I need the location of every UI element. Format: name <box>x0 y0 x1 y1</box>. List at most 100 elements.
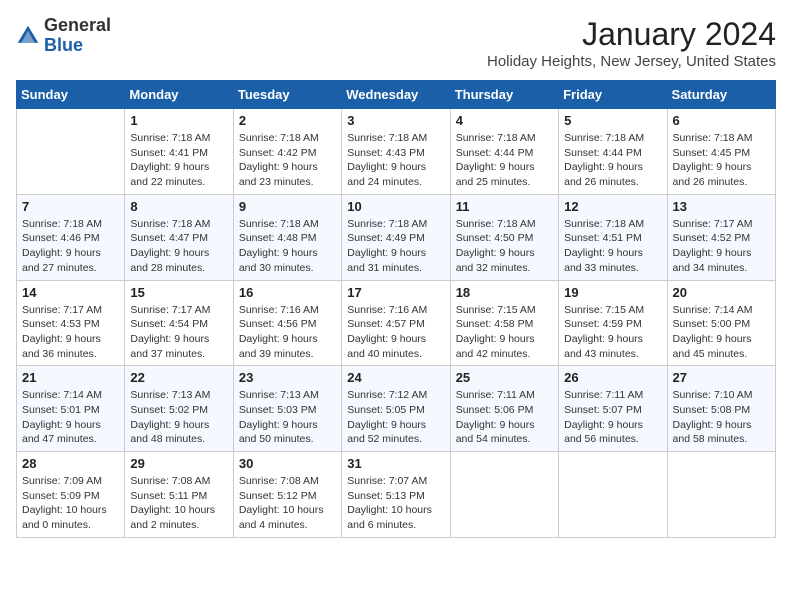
calendar-cell: 13Sunrise: 7:17 AM Sunset: 4:52 PM Dayli… <box>667 194 775 280</box>
calendar-cell: 14 Sunrise: 7:17 AM Sunset: 4:53 PM Dayli… <box>17 280 125 366</box>
weekday-header-sunday: Sunday <box>17 81 125 109</box>
day-info: Sunrise: 7:07 AM Sunset: 5:13 PM Dayligh… <box>347 474 444 533</box>
logo-text: General Blue <box>44 16 111 56</box>
calendar-table: SundayMondayTuesdayWednesdayThursdayFrid… <box>16 80 776 538</box>
header: General Blue January 2024 Holiday Height… <box>16 16 776 70</box>
calendar-cell: 15 Sunrise: 7:17 AM Sunset: 4:54 PM Dayli… <box>125 280 233 366</box>
day-number: 31 <box>347 456 444 471</box>
day-info: Sunrise: 7:15 AM Sunset: 4:59 PM Dayligh… <box>564 303 661 362</box>
calendar-cell: 21 Sunrise: 7:14 AM Sunset: 5:01 PM Dayli… <box>17 366 125 452</box>
weekday-header-tuesday: Tuesday <box>233 81 341 109</box>
calendar-cell <box>450 452 558 538</box>
day-number: 3 <box>347 113 444 128</box>
logo-icon <box>16 24 40 48</box>
calendar-cell: 2 Sunrise: 7:18 AM Sunset: 4:42 PM Daylig… <box>233 109 341 195</box>
day-number: 30 <box>239 456 336 471</box>
calendar-cell: 20 Sunrise: 7:14 AM Sunset: 5:00 PM Dayli… <box>667 280 775 366</box>
day-info: Sunrise: 7:13 AM Sunset: 5:02 PM Dayligh… <box>130 388 227 447</box>
day-info: Sunrise: 7:17 AM Sunset: 4:54 PM Dayligh… <box>130 303 227 362</box>
day-number: 18 <box>456 285 553 300</box>
calendar-cell: 6 Sunrise: 7:18 AM Sunset: 4:45 PM Daylig… <box>667 109 775 195</box>
calendar-cell: 26 Sunrise: 7:11 AM Sunset: 5:07 PM Dayli… <box>559 366 667 452</box>
logo-blue: Blue <box>44 35 83 55</box>
day-info: Sunrise: 7:10 AM Sunset: 5:08 PM Dayligh… <box>673 388 770 447</box>
day-info: Sunrise: 7:14 AM Sunset: 5:01 PM Dayligh… <box>22 388 119 447</box>
day-number: 20 <box>673 285 770 300</box>
day-number: 15 <box>130 285 227 300</box>
day-info: Sunrise: 7:11 AM Sunset: 5:06 PM Dayligh… <box>456 388 553 447</box>
day-number: 23 <box>239 370 336 385</box>
title-area: January 2024 Holiday Heights, New Jersey… <box>487 16 776 70</box>
calendar-cell: 9 Sunrise: 7:18 AM Sunset: 4:48 PM Daylig… <box>233 194 341 280</box>
calendar-week-1: 1 Sunrise: 7:18 AM Sunset: 4:41 PM Daylig… <box>17 109 776 195</box>
calendar-cell: 12Sunrise: 7:18 AM Sunset: 4:51 PM Dayli… <box>559 194 667 280</box>
day-number: 24 <box>347 370 444 385</box>
day-number: 26 <box>564 370 661 385</box>
calendar-cell: 30 Sunrise: 7:08 AM Sunset: 5:12 PM Dayli… <box>233 452 341 538</box>
day-info: Sunrise: 7:17 AM Sunset: 4:53 PM Dayligh… <box>22 303 119 362</box>
day-info: Sunrise: 7:18 AM Sunset: 4:41 PM Dayligh… <box>130 131 227 190</box>
day-info: Sunrise: 7:18 AM Sunset: 4:48 PM Dayligh… <box>239 217 336 276</box>
day-number: 14 <box>22 285 119 300</box>
calendar-cell: 1 Sunrise: 7:18 AM Sunset: 4:41 PM Daylig… <box>125 109 233 195</box>
weekday-header-thursday: Thursday <box>450 81 558 109</box>
day-info: Sunrise: 7:09 AM Sunset: 5:09 PM Dayligh… <box>22 474 119 533</box>
month-title: January 2024 <box>487 16 776 53</box>
calendar-cell: 28 Sunrise: 7:09 AM Sunset: 5:09 PM Dayli… <box>17 452 125 538</box>
day-number: 16 <box>239 285 336 300</box>
location-title: Holiday Heights, New Jersey, United Stat… <box>487 53 776 70</box>
calendar-cell: 24Sunrise: 7:12 AM Sunset: 5:05 PM Dayli… <box>342 366 450 452</box>
day-number: 25 <box>456 370 553 385</box>
calendar-week-2: 7Sunrise: 7:18 AM Sunset: 4:46 PM Daylig… <box>17 194 776 280</box>
calendar-cell: 8 Sunrise: 7:18 AM Sunset: 4:47 PM Daylig… <box>125 194 233 280</box>
calendar-cell: 7Sunrise: 7:18 AM Sunset: 4:46 PM Daylig… <box>17 194 125 280</box>
day-info: Sunrise: 7:18 AM Sunset: 4:47 PM Dayligh… <box>130 217 227 276</box>
day-info: Sunrise: 7:15 AM Sunset: 4:58 PM Dayligh… <box>456 303 553 362</box>
day-number: 4 <box>456 113 553 128</box>
day-number: 1 <box>130 113 227 128</box>
weekday-header-row: SundayMondayTuesdayWednesdayThursdayFrid… <box>17 81 776 109</box>
logo-general: General <box>44 15 111 35</box>
calendar-cell: 5Sunrise: 7:18 AM Sunset: 4:44 PM Daylig… <box>559 109 667 195</box>
calendar-cell: 10 Sunrise: 7:18 AM Sunset: 4:49 PM Dayli… <box>342 194 450 280</box>
day-number: 9 <box>239 199 336 214</box>
day-info: Sunrise: 7:16 AM Sunset: 4:56 PM Dayligh… <box>239 303 336 362</box>
calendar-cell: 22 Sunrise: 7:13 AM Sunset: 5:02 PM Dayli… <box>125 366 233 452</box>
day-info: Sunrise: 7:18 AM Sunset: 4:44 PM Dayligh… <box>456 131 553 190</box>
day-info: Sunrise: 7:18 AM Sunset: 4:44 PM Dayligh… <box>564 131 661 190</box>
day-info: Sunrise: 7:13 AM Sunset: 5:03 PM Dayligh… <box>239 388 336 447</box>
day-number: 11 <box>456 199 553 214</box>
calendar-cell: 25 Sunrise: 7:11 AM Sunset: 5:06 PM Dayli… <box>450 366 558 452</box>
day-number: 28 <box>22 456 119 471</box>
day-number: 2 <box>239 113 336 128</box>
day-info: Sunrise: 7:16 AM Sunset: 4:57 PM Dayligh… <box>347 303 444 362</box>
day-number: 8 <box>130 199 227 214</box>
calendar-week-5: 28 Sunrise: 7:09 AM Sunset: 5:09 PM Dayli… <box>17 452 776 538</box>
day-info: Sunrise: 7:18 AM Sunset: 4:46 PM Dayligh… <box>22 217 119 276</box>
day-info: Sunrise: 7:18 AM Sunset: 4:49 PM Dayligh… <box>347 217 444 276</box>
calendar-cell <box>559 452 667 538</box>
day-number: 19 <box>564 285 661 300</box>
day-info: Sunrise: 7:11 AM Sunset: 5:07 PM Dayligh… <box>564 388 661 447</box>
weekday-header-wednesday: Wednesday <box>342 81 450 109</box>
calendar-cell: 19 Sunrise: 7:15 AM Sunset: 4:59 PM Dayli… <box>559 280 667 366</box>
day-number: 10 <box>347 199 444 214</box>
day-info: Sunrise: 7:18 AM Sunset: 4:45 PM Dayligh… <box>673 131 770 190</box>
weekday-header-monday: Monday <box>125 81 233 109</box>
calendar-cell: 31 Sunrise: 7:07 AM Sunset: 5:13 PM Dayli… <box>342 452 450 538</box>
day-info: Sunrise: 7:18 AM Sunset: 4:42 PM Dayligh… <box>239 131 336 190</box>
calendar-cell: 18 Sunrise: 7:15 AM Sunset: 4:58 PM Dayli… <box>450 280 558 366</box>
logo: General Blue <box>16 16 111 56</box>
calendar-week-4: 21 Sunrise: 7:14 AM Sunset: 5:01 PM Dayli… <box>17 366 776 452</box>
day-number: 6 <box>673 113 770 128</box>
day-info: Sunrise: 7:08 AM Sunset: 5:12 PM Dayligh… <box>239 474 336 533</box>
day-number: 22 <box>130 370 227 385</box>
day-number: 21 <box>22 370 119 385</box>
day-info: Sunrise: 7:14 AM Sunset: 5:00 PM Dayligh… <box>673 303 770 362</box>
calendar-cell: 3Sunrise: 7:18 AM Sunset: 4:43 PM Daylig… <box>342 109 450 195</box>
day-number: 17 <box>347 285 444 300</box>
day-info: Sunrise: 7:17 AM Sunset: 4:52 PM Dayligh… <box>673 217 770 276</box>
day-info: Sunrise: 7:18 AM Sunset: 4:51 PM Dayligh… <box>564 217 661 276</box>
calendar-cell: 29Sunrise: 7:08 AM Sunset: 5:11 PM Dayli… <box>125 452 233 538</box>
calendar-cell: 11Sunrise: 7:18 AM Sunset: 4:50 PM Dayli… <box>450 194 558 280</box>
